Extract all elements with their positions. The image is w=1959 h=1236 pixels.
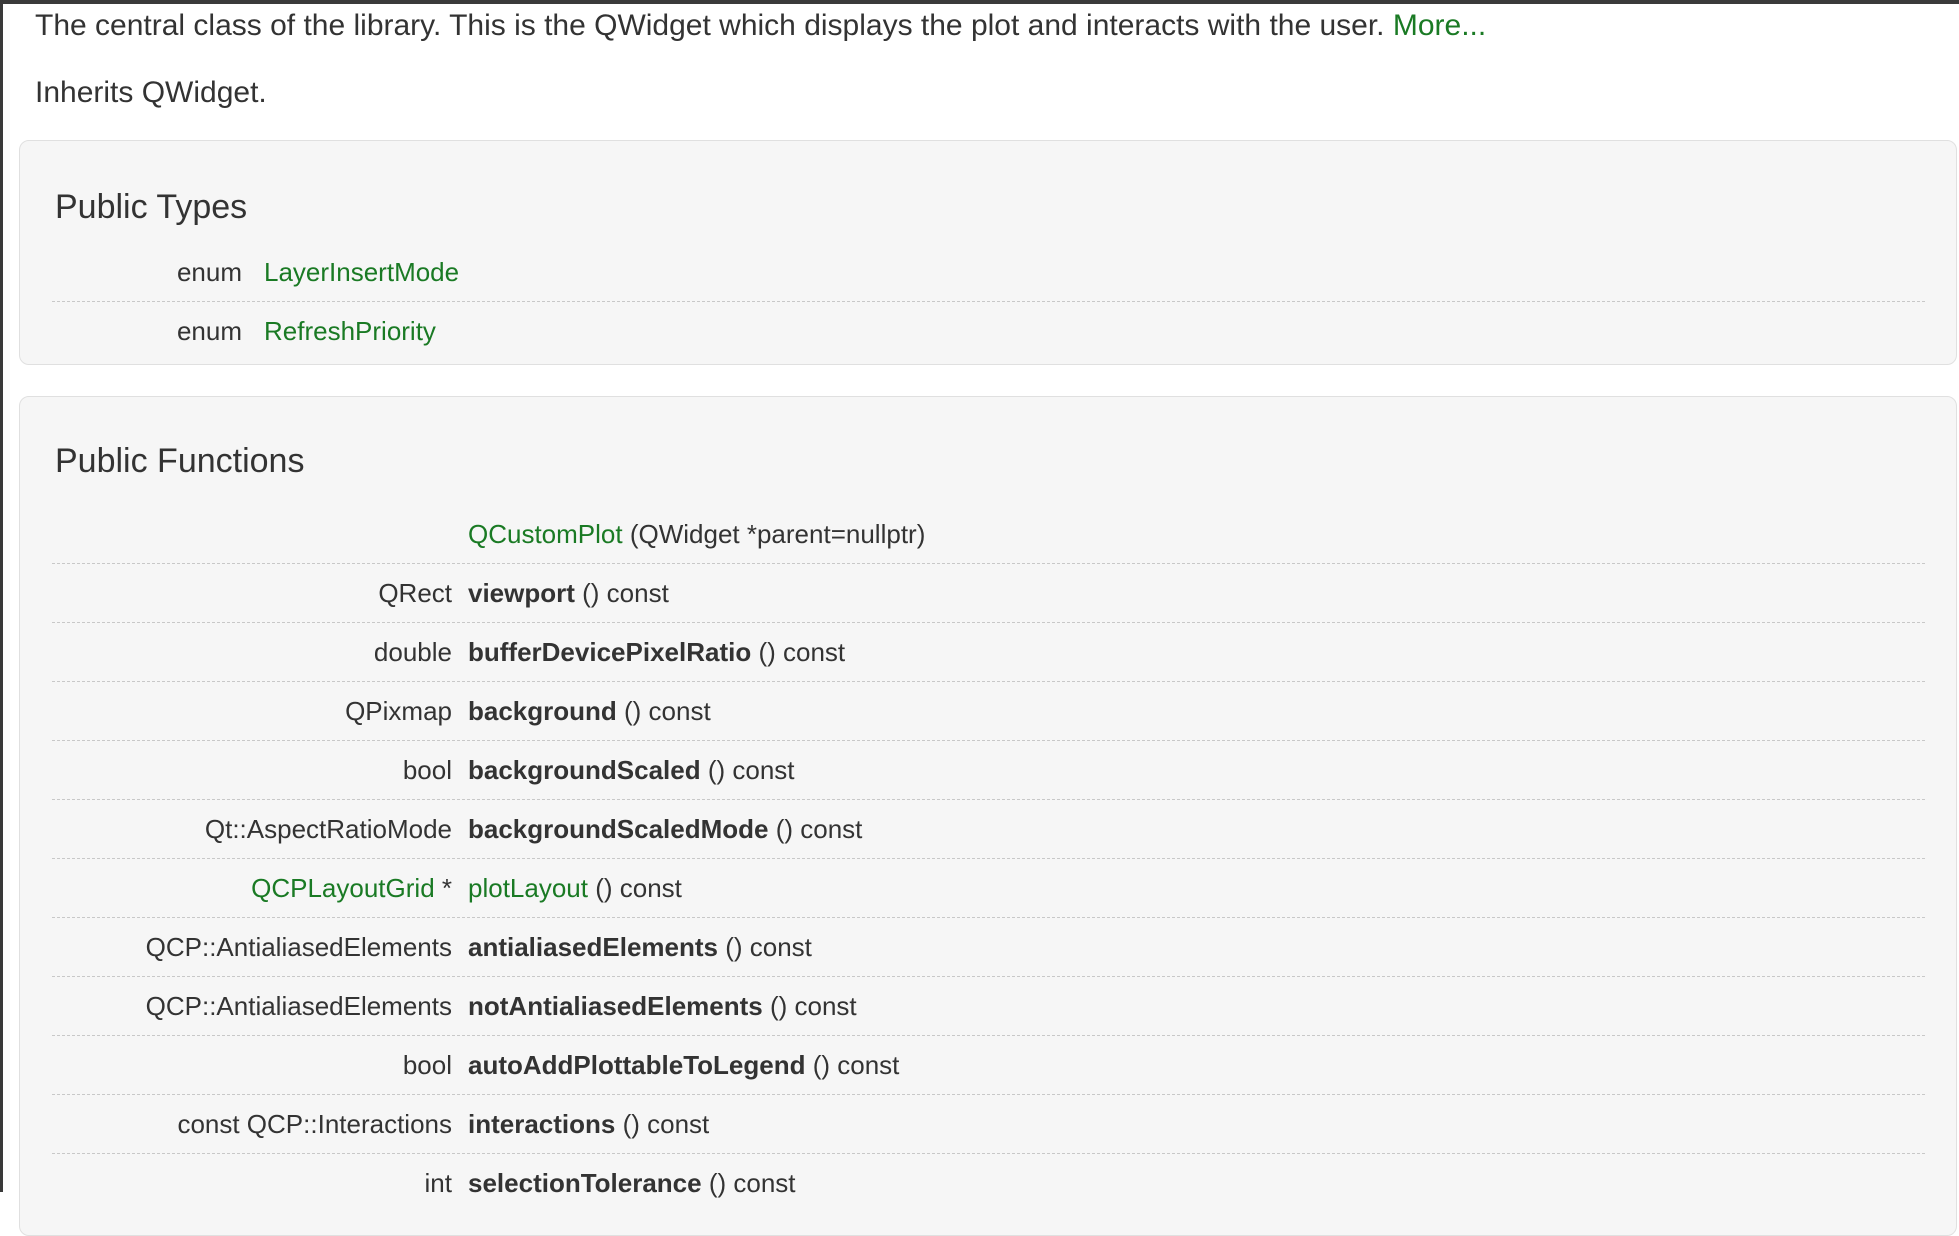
function-signature: autoAddPlottableToLegend () const: [468, 1036, 899, 1095]
function-signature: antialiasedElements () const: [468, 918, 812, 977]
type-link-refreshpriority[interactable]: RefreshPriority: [264, 302, 436, 361]
function-return-type: QCP::AntialiasedElements: [145, 932, 452, 962]
type-row: enum RefreshPriority: [52, 302, 1925, 361]
function-args: () const: [616, 696, 711, 726]
function-row: int selectionTolerance () const: [52, 1154, 1925, 1213]
function-row: QCPLayoutGrid * plotLayout () const: [52, 859, 1925, 918]
window-left-edge: [0, 0, 3, 1192]
function-return-type: Qt::AspectRatioMode: [204, 814, 452, 844]
type-kind: enum: [176, 316, 242, 346]
public-types-list: enum LayerInsertMode enum RefreshPriorit…: [52, 243, 1925, 361]
type-kind: enum: [176, 257, 242, 287]
return-type-pointer: *: [434, 873, 452, 903]
function-link-autoaddplottabletolegend[interactable]: autoAddPlottableToLegend: [468, 1050, 806, 1080]
window-top-edge: [0, 0, 1959, 4]
function-return-type: bool: [402, 1050, 452, 1080]
function-link-background[interactable]: background: [468, 696, 617, 726]
return-type-link-qcplayoutgrid[interactable]: QCPLayoutGrid: [251, 873, 435, 903]
public-functions-title: Public Functions: [55, 442, 305, 480]
function-link-backgroundscaledmode[interactable]: backgroundScaledMode: [468, 814, 769, 844]
function-signature: interactions () const: [468, 1095, 709, 1154]
public-functions-list: QCustomPlot (QWidget *parent=nullptr) QR…: [52, 505, 1925, 1213]
function-link-bufferdevicepixelratio[interactable]: bufferDevicePixelRatio: [468, 637, 751, 667]
function-signature: plotLayout () const: [468, 859, 682, 918]
function-row: QRect viewport () const: [52, 564, 1925, 623]
function-return-type: int: [424, 1168, 452, 1198]
public-functions-panel: Public Functions QCustomPlot (QWidget *p…: [19, 396, 1957, 1236]
class-brief-text: The central class of the library. This i…: [35, 9, 1385, 42]
function-row: Qt::AspectRatioMode backgroundScaledMode…: [52, 800, 1925, 859]
function-args: (QWidget *parent=nullptr): [622, 519, 926, 549]
function-signature: QCustomPlot (QWidget *parent=nullptr): [468, 505, 925, 564]
function-args: () const: [615, 1109, 710, 1139]
function-return-type: [52, 505, 452, 564]
function-row: bool autoAddPlottableToLegend () const: [52, 1036, 1925, 1095]
function-link-notantialiasedelements[interactable]: notAntialiasedElements: [468, 991, 763, 1021]
type-row: enum LayerInsertMode: [52, 243, 1925, 302]
public-types-title: Public Types: [55, 188, 248, 226]
function-row: double bufferDevicePixelRatio () const: [52, 623, 1925, 682]
function-return-type: QCPLayoutGrid *: [52, 859, 452, 918]
function-args: () const: [805, 1050, 900, 1080]
function-args: () const: [751, 637, 846, 667]
function-link-interactions[interactable]: interactions: [468, 1109, 615, 1139]
function-signature: backgroundScaledMode () const: [468, 800, 862, 859]
function-args: () const: [701, 1168, 796, 1198]
function-link-qcustomplot[interactable]: QCustomPlot: [468, 519, 623, 549]
function-signature: notAntialiasedElements () const: [468, 977, 857, 1036]
more-link[interactable]: More...: [1393, 9, 1486, 42]
function-link-plotlayout[interactable]: plotLayout: [468, 873, 588, 903]
function-row: QCP::AntialiasedElements antialiasedElem…: [52, 918, 1925, 977]
function-signature: bufferDevicePixelRatio () const: [468, 623, 845, 682]
function-args: () const: [762, 991, 857, 1021]
function-args: () const: [768, 814, 863, 844]
function-row: QPixmap background () const: [52, 682, 1925, 741]
function-return-type: bool: [402, 755, 452, 785]
function-args: () const: [587, 873, 682, 903]
class-brief: The central class of the library. This i…: [35, 6, 1486, 46]
function-row: QCustomPlot (QWidget *parent=nullptr): [52, 505, 1925, 564]
function-signature: background () const: [468, 682, 711, 741]
function-row: const QCP::Interactions interactions () …: [52, 1095, 1925, 1154]
public-types-panel: Public Types enum LayerInsertMode enum R…: [19, 140, 1957, 365]
function-signature: viewport () const: [468, 564, 669, 623]
function-link-backgroundscaled[interactable]: backgroundScaled: [468, 755, 701, 785]
function-return-type: QRect: [378, 578, 452, 608]
inherits-line: Inherits QWidget.: [35, 76, 267, 109]
function-args: () const: [574, 578, 669, 608]
function-return-type: QPixmap: [345, 696, 452, 726]
function-signature: backgroundScaled () const: [468, 741, 795, 800]
function-row: bool backgroundScaled () const: [52, 741, 1925, 800]
type-link-layerinsertmode[interactable]: LayerInsertMode: [264, 243, 459, 302]
function-return-type: const QCP::Interactions: [177, 1109, 452, 1139]
function-link-viewport[interactable]: viewport: [468, 578, 575, 608]
function-args: () const: [700, 755, 795, 785]
function-args: () const: [718, 932, 812, 962]
function-return-type: QCP::AntialiasedElements: [145, 991, 452, 1021]
function-row: QCP::AntialiasedElements notAntialiasedE…: [52, 977, 1925, 1036]
function-signature: selectionTolerance () const: [468, 1154, 796, 1213]
function-link-antialiasedelements[interactable]: antialiasedElements: [468, 932, 718, 962]
function-return-type: double: [373, 637, 452, 667]
function-link-selectiontolerance[interactable]: selectionTolerance: [468, 1168, 702, 1198]
